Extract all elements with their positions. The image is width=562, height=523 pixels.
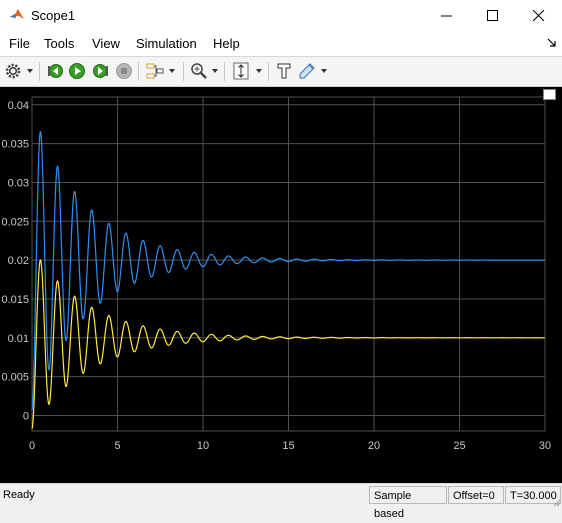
y-tick-label: 0 [23, 410, 29, 422]
chevron-down-icon[interactable] [256, 69, 262, 73]
y-tick-label: 0.025 [1, 216, 29, 228]
scope-plot-area[interactable]: 0 5 10 15 20 25 30 0 0.005 0.01 0.015 0.02 0.025 0.03… [0, 87, 562, 483]
toolbar-separator [224, 62, 225, 81]
chevron-down-icon[interactable] [212, 69, 218, 73]
run-icon[interactable] [68, 62, 86, 80]
status-mode: Sample based [369, 486, 447, 520]
stop-icon[interactable] [115, 62, 133, 80]
x-tick-label: 20 [368, 440, 380, 452]
zoom-icon[interactable] [190, 62, 208, 80]
x-tick-label: 5 [114, 440, 120, 452]
resize-grip-icon[interactable] [551, 497, 561, 507]
y-tick-label: 0.03 [8, 177, 29, 189]
scope-plot: 0 5 10 15 20 25 30 0 0.005 0.01 0.015 0.02 0.025 0.03… [1, 96, 551, 452]
toolbar-separator [39, 62, 40, 81]
y-tick-label: 0.02 [8, 255, 29, 267]
toolbar [0, 57, 562, 87]
y-tick-label: 0.035 [1, 139, 29, 151]
menu-file[interactable]: File [9, 36, 30, 51]
minimize-icon [441, 15, 452, 17]
y-tick-label: 0.005 [1, 372, 29, 384]
window-title: Scope1 [31, 8, 76, 23]
status-offset: Offset=0 [448, 486, 504, 504]
highlight-block-icon[interactable] [275, 62, 293, 80]
step-forward-icon[interactable] [92, 62, 110, 80]
toolbar-separator [268, 62, 269, 81]
x-tick-label: 10 [197, 440, 209, 452]
y-tick-label: 0.015 [1, 294, 29, 306]
status-state: Ready [3, 489, 35, 501]
maximize-icon [487, 10, 498, 21]
undock-arrow-icon[interactable] [547, 38, 556, 47]
menu-simulation[interactable]: Simulation [136, 36, 197, 51]
x-tick-label: 15 [282, 440, 294, 452]
toolbar-separator [138, 62, 139, 81]
matlab-logo-icon [10, 9, 24, 19]
toolbar-separator [183, 62, 184, 81]
rewind-step-icon[interactable] [46, 62, 64, 80]
y-tick-label: 0.01 [8, 333, 29, 345]
x-tick-label: 30 [539, 440, 551, 452]
scale-axes-icon[interactable] [232, 62, 250, 80]
x-tick-label: 0 [29, 440, 35, 452]
chevron-down-icon[interactable] [27, 69, 33, 73]
y-tick-label: 0.04 [8, 100, 29, 112]
close-icon [533, 10, 545, 22]
minimize-button[interactable] [424, 0, 470, 31]
menu-tools[interactable]: Tools [44, 36, 74, 51]
style-icon[interactable] [298, 62, 316, 80]
maximize-button[interactable] [470, 0, 516, 31]
chevron-down-icon[interactable] [169, 69, 175, 73]
signal-selector-icon[interactable] [146, 62, 164, 80]
title-bar: Scope1 [0, 0, 562, 31]
x-tick-label: 25 [453, 440, 465, 452]
menu-help[interactable]: Help [213, 36, 240, 51]
gear-icon[interactable] [4, 62, 22, 80]
status-bar: Ready Sample based Offset=0 T=30.000 [0, 483, 562, 520]
menu-bar: File Tools View Simulation Help [0, 31, 562, 56]
menu-view[interactable]: View [92, 36, 120, 51]
close-button[interactable] [516, 0, 562, 31]
chevron-down-icon[interactable] [321, 69, 327, 73]
dock-icon[interactable] [543, 89, 556, 100]
